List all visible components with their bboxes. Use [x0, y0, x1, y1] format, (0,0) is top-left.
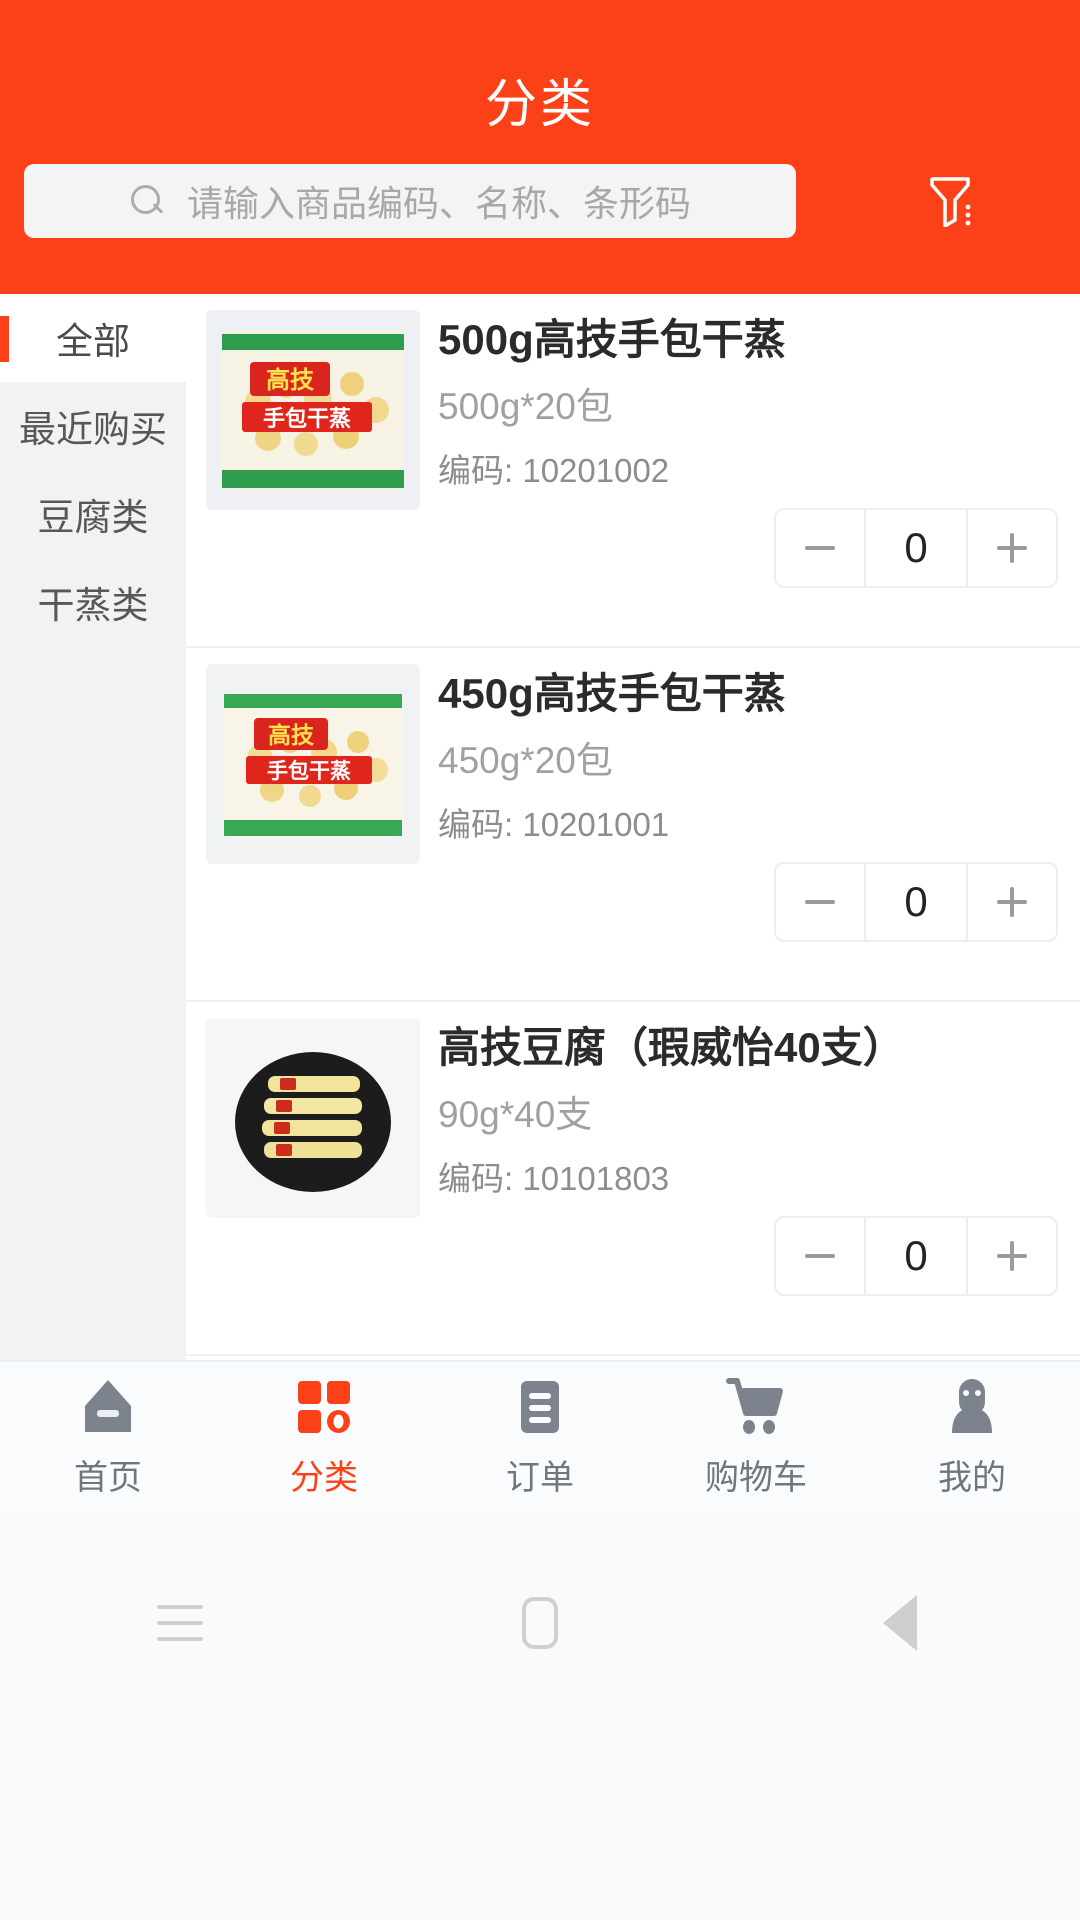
recent-apps-button[interactable] [120, 1578, 240, 1668]
app-screen: 分类 请输入商品编码、名称、条形码 全部 最近购买 豆腐类 干蒸类 高技 手包干… [0, 0, 1080, 1920]
sidebar-item-label: 干蒸类 [37, 585, 149, 626]
product-image-tofu-40 [206, 1018, 420, 1218]
home-button[interactable] [480, 1578, 600, 1668]
tab-profile[interactable]: 我的 [864, 1362, 1080, 1512]
grid-category-icon [298, 1380, 350, 1433]
quantity-increase-button[interactable] [968, 510, 1056, 586]
product-code: 编码: 10101803 [438, 1160, 670, 1197]
product-thumbnail[interactable] [206, 1018, 420, 1218]
back-triangle-icon [855, 1595, 917, 1651]
person-profile-icon [952, 1378, 992, 1433]
filter-funnel-icon [930, 177, 971, 227]
product-spec: 500g*20包 [438, 386, 613, 427]
quantity-decrease-button[interactable] [776, 510, 864, 586]
tab-cart[interactable]: 购物车 [648, 1362, 864, 1512]
tab-category[interactable]: 分类 [216, 1362, 432, 1512]
search-input[interactable]: 请输入商品编码、名称、条形码 [24, 164, 796, 238]
product-name: 高技豆腐（瑕威怡40支） [438, 1024, 905, 1071]
sidebar-item-label: 全部 [56, 321, 130, 362]
product-thumbnail[interactable]: 高技 手包干蒸 [206, 310, 420, 510]
quantity-stepper[interactable]: 0 [774, 508, 1058, 588]
home-square-icon [522, 1597, 558, 1649]
order-list-icon [521, 1380, 559, 1433]
quantity-value[interactable]: 0 [864, 510, 968, 586]
sidebar-item-all[interactable]: 全部 [0, 294, 186, 382]
product-name: 450g高技手包干蒸 [438, 670, 786, 717]
product-thumbnail[interactable]: 高技 手包干蒸 [206, 664, 420, 864]
app-header: 分类 请输入商品编码、名称、条形码 [0, 0, 1080, 294]
product-spec: 450g*20包 [438, 740, 613, 781]
content-area: 全部 最近购买 豆腐类 干蒸类 高技 手包干蒸 500g高技手包干蒸 500g*… [0, 294, 1080, 1360]
quantity-value[interactable]: 0 [864, 864, 968, 940]
quantity-value[interactable]: 0 [864, 1218, 968, 1294]
quantity-decrease-button[interactable] [776, 864, 864, 940]
quantity-increase-button[interactable] [968, 864, 1056, 940]
system-navigation-bar [0, 1512, 1080, 1920]
svg-text:高技: 高技 [268, 722, 315, 748]
shopping-cart-icon [726, 1377, 783, 1434]
tab-label: 首页 [74, 1458, 142, 1497]
product-code: 编码: 10201001 [438, 806, 670, 843]
recent-apps-icon [157, 1605, 203, 1641]
page-title: 分类 [484, 76, 595, 134]
category-sidebar[interactable]: 全部 最近购买 豆腐类 干蒸类 [0, 294, 186, 1360]
product-item[interactable]: 高技 手包干蒸 450g高技手包干蒸 450g*20包 编码: 10201001… [186, 648, 1080, 1002]
sidebar-item-tofu[interactable]: 豆腐类 [0, 470, 186, 558]
svg-text:手包干蒸: 手包干蒸 [267, 759, 351, 783]
sidebar-item-label: 豆腐类 [37, 497, 149, 538]
sidebar-item-steamed[interactable]: 干蒸类 [0, 558, 186, 646]
quantity-decrease-button[interactable] [776, 1218, 864, 1294]
tab-orders[interactable]: 订单 [432, 1362, 648, 1512]
product-spec: 90g*40支 [438, 1094, 593, 1135]
tab-label: 我的 [938, 1458, 1006, 1497]
sidebar-item-recent[interactable]: 最近购买 [0, 382, 186, 470]
svg-text:手包干蒸: 手包干蒸 [263, 406, 351, 431]
search-placeholder: 请输入商品编码、名称、条形码 [186, 183, 691, 224]
tab-label: 购物车 [705, 1458, 807, 1497]
filter-button[interactable] [844, 164, 1056, 238]
product-item[interactable]: 高技 手包干蒸 500g高技手包干蒸 500g*20包 编码: 10201002… [186, 294, 1080, 648]
product-list[interactable]: 高技 手包干蒸 500g高技手包干蒸 500g*20包 编码: 10201002… [186, 294, 1080, 1360]
svg-text:高技: 高技 [266, 366, 315, 394]
sidebar-item-label: 最近购买 [19, 409, 167, 450]
quantity-increase-button[interactable] [968, 1218, 1056, 1294]
product-image-450g: 高技 手包干蒸 [206, 664, 420, 864]
home-icon [85, 1379, 131, 1432]
tab-label: 分类 [290, 1458, 358, 1497]
tab-label: 订单 [506, 1458, 574, 1497]
quantity-stepper[interactable]: 0 [774, 1216, 1058, 1296]
back-button[interactable] [840, 1578, 960, 1668]
product-image-500g: 高技 手包干蒸 [206, 310, 420, 510]
tab-home[interactable]: 首页 [0, 1362, 216, 1512]
bottom-tab-bar: 首页 分类 订单 购物车 我的 [0, 1360, 1080, 1512]
product-name: 500g高技手包干蒸 [438, 316, 786, 363]
search-row: 请输入商品编码、名称、条形码 [24, 164, 1056, 238]
product-code: 编码: 10201002 [438, 452, 670, 489]
product-item[interactable]: 高技豆腐（瑕威怡40支） 90g*40支 编码: 10101803 0 [186, 1002, 1080, 1356]
search-icon [129, 183, 165, 219]
quantity-stepper[interactable]: 0 [774, 862, 1058, 942]
